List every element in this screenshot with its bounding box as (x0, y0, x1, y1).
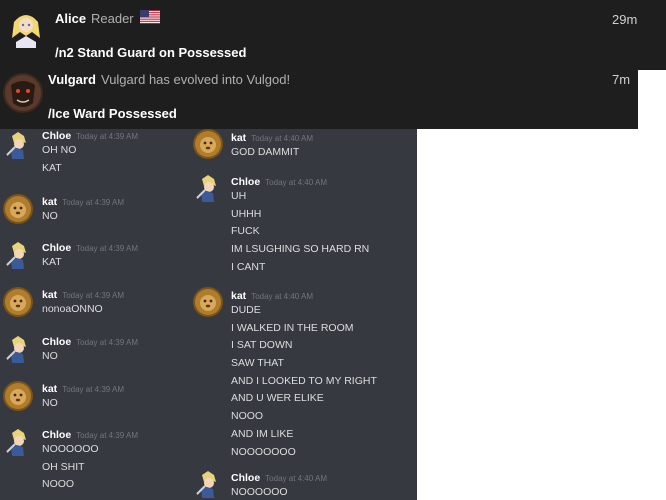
message-line: I CANT (231, 260, 266, 273)
message-line: OH NO (42, 144, 77, 156)
message-line: KAT (42, 161, 62, 174)
message-timestamp: Today at 4:40 AM (265, 474, 327, 483)
message-line: UHHH (231, 207, 262, 220)
notification-subtitle: Vulgard has evolved into Vulgod! (101, 72, 291, 87)
chloe-avatar[interactable] (193, 173, 223, 203)
kat-avatar[interactable] (193, 287, 223, 317)
message-line: GOD DAMMIT (231, 146, 300, 158)
message-username[interactable]: kat (42, 289, 57, 301)
notification-role: Reader (91, 11, 134, 26)
message-line: UH (231, 190, 247, 202)
notification-time: 7m (612, 72, 631, 87)
message-line: NO (42, 397, 58, 409)
message-username[interactable]: kat (42, 196, 57, 208)
us-flag-icon (140, 10, 160, 24)
kat-avatar[interactable] (3, 194, 33, 224)
chat-panel-left[interactable]: Chloe Today at 4:39 AM OH NO KAT kat Today… (0, 120, 183, 500)
chloe-avatar[interactable] (193, 469, 223, 499)
message-username[interactable]: Chloe (231, 176, 260, 188)
message-username[interactable]: kat (42, 383, 57, 395)
message-line: AND U WER ELIKE (231, 392, 324, 405)
chloe-avatar[interactable] (3, 240, 33, 270)
message-line: NOOO (231, 410, 264, 423)
notification-vulgard[interactable]: Vulgard Vulgard has evolved into Vulgod!… (0, 70, 638, 129)
chloe-avatar[interactable] (3, 427, 33, 457)
kat-avatar[interactable] (193, 129, 223, 159)
message-timestamp: Today at 4:40 AM (251, 134, 314, 143)
message-line: IM LSUGHING SO HARD RN (231, 243, 370, 256)
message-username[interactable]: kat (231, 132, 246, 144)
message-line: SAW THAT (231, 357, 284, 370)
message-line: NOOOOOO (231, 486, 288, 498)
vulgard-avatar (3, 73, 43, 113)
message-line: KAT (42, 256, 62, 268)
message-username[interactable]: Chloe (42, 429, 71, 441)
message-line: NO (42, 350, 58, 362)
alice-avatar (6, 8, 46, 48)
chat-panel-right[interactable]: kat Today at 4:40 AM GOD DAMMIT Chloe Toda… (183, 120, 417, 500)
message-username[interactable]: Chloe (42, 336, 71, 348)
notification-alice[interactable]: Alice Reader 29m /n2 Stand Guard on Poss… (0, 0, 666, 70)
notification-username: Vulgard (48, 72, 96, 87)
message-line: I WALKED IN THE ROOM (231, 321, 354, 334)
notification-command: /Ice Ward Possessed (48, 106, 177, 121)
message-timestamp: Today at 4:40 AM (265, 178, 327, 187)
message-line: NOOO (42, 478, 75, 491)
message-username[interactable]: Chloe (42, 242, 71, 254)
message-line: AND I LOOKED TO MY RIGHT (231, 374, 377, 387)
notification-username: Alice (55, 11, 87, 26)
message-line: NOOOOOOO (231, 445, 296, 458)
message-username[interactable]: Chloe (231, 472, 260, 484)
message-timestamp: Today at 4:40 AM (251, 292, 314, 301)
message-line: DUDE (231, 304, 261, 316)
notification-command: /n2 Stand Guard on Possessed (55, 45, 247, 60)
chloe-avatar[interactable] (3, 130, 33, 160)
message-line: I SAT DOWN (231, 339, 293, 352)
message-line: AND IM LIKE (231, 427, 294, 440)
notification-time: 29m (612, 12, 638, 27)
message-username[interactable]: kat (231, 290, 246, 302)
message-timestamp: Today at 4:39 AM (76, 132, 138, 141)
message-line: nonoaONNO (42, 303, 103, 315)
message-line: NO (42, 210, 58, 222)
message-timestamp: Today at 4:39 AM (76, 431, 138, 440)
message-line: NOOOOOO (42, 443, 99, 455)
message-line: FUCK (231, 225, 260, 238)
message-timestamp: Today at 4:39 AM (62, 198, 125, 207)
kat-avatar[interactable] (3, 287, 33, 317)
chloe-avatar[interactable] (3, 334, 33, 364)
message-timestamp: Today at 4:39 AM (76, 244, 138, 253)
message-line: OH SHIT (42, 460, 85, 473)
message-timestamp: Today at 4:39 AM (76, 338, 138, 347)
message-username[interactable]: Chloe (42, 130, 71, 142)
message-timestamp: Today at 4:39 AM (62, 385, 125, 394)
kat-avatar[interactable] (3, 381, 33, 411)
message-timestamp: Today at 4:39 AM (62, 291, 125, 300)
